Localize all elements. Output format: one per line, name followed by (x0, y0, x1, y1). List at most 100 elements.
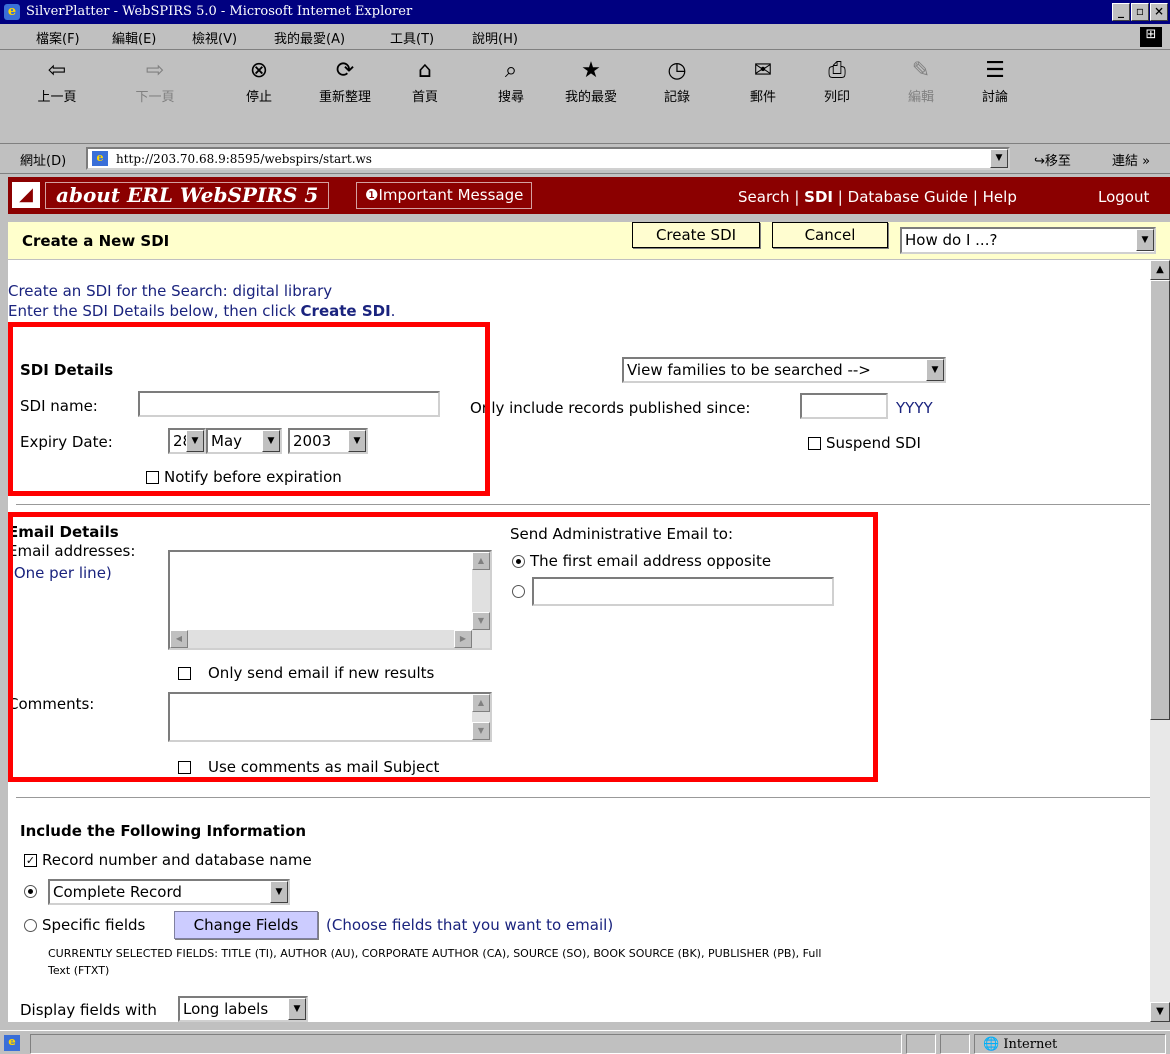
address-dropdown[interactable]: ▼ (990, 149, 1008, 168)
title-bar: e SilverPlatter - WebSPIRS 5.0 - Microso… (0, 0, 1170, 24)
chevron-down-icon: ▼ (288, 998, 306, 1020)
intro-line-2: Enter the SDI Details below, then click … (8, 302, 396, 320)
search-button[interactable]: ⌕ 搜尋 (484, 56, 538, 136)
status-panel (940, 1034, 970, 1054)
mail-icon: ✉ (753, 58, 773, 83)
discuss-button[interactable]: ☰ 討論 (968, 56, 1022, 136)
specific-fields-label: Specific fields (42, 916, 146, 934)
families-select[interactable]: View families to be searched --> ▼ (622, 357, 946, 383)
divider (16, 504, 1150, 505)
record-number-checkbox[interactable]: ✓ (24, 854, 37, 867)
home-button[interactable]: ⌂ 首頁 (398, 56, 452, 136)
display-fields-label: Display fields with (20, 1001, 157, 1019)
specific-fields-radio[interactable] (24, 919, 37, 932)
page-scrollbar[interactable]: ▲ ▼ (1150, 260, 1170, 1022)
menu-file[interactable]: 檔案(F) (36, 28, 80, 47)
cancel-button[interactable]: Cancel (772, 222, 888, 248)
menu-edit[interactable]: 編輯(E) (112, 28, 156, 47)
since-label: Only include records published since: (470, 399, 751, 417)
links-button[interactable]: 連結 » (1112, 150, 1150, 169)
status-panel (906, 1034, 936, 1054)
nav-search[interactable]: Search (738, 188, 790, 206)
globe-icon: 🌐 (983, 1037, 1000, 1052)
nav-database-guide[interactable]: Database Guide (848, 188, 968, 206)
change-fields-button[interactable]: Change Fields (174, 911, 318, 939)
address-url: http://203.70.68.9:8595/webspirs/start.w… (116, 152, 372, 166)
print-icon: ⎙ (828, 58, 846, 83)
maximize-button[interactable]: ▫ (1131, 3, 1149, 21)
nav-help[interactable]: Help (983, 188, 1017, 206)
include-info-heading: Include the Following Information (20, 822, 307, 840)
important-message-link[interactable]: ❶Important Message (356, 182, 533, 209)
minimize-button[interactable]: _ (1112, 3, 1130, 21)
chevron-down-icon: ▼ (270, 881, 288, 903)
discuss-icon: ☰ (985, 58, 1005, 83)
home-icon: ⌂ (418, 58, 432, 83)
sdi-details-highlight (8, 322, 490, 496)
go-arrow-icon: ↪ (1034, 154, 1045, 169)
logout-link[interactable]: Logout (1098, 188, 1149, 206)
how-do-i-select[interactable]: How do I ...? ▼ (900, 227, 1156, 254)
favorites-icon: ★ (581, 58, 601, 83)
forward-button[interactable]: ⇨ 下一頁 (128, 56, 182, 136)
windows-logo-icon: ⊞ (1140, 27, 1162, 47)
forward-arrow-icon: ⇨ (145, 58, 165, 83)
stop-icon: ⊗ (249, 58, 269, 83)
chevron-down-icon: ▼ (926, 359, 944, 381)
ie-logo-icon: e (4, 4, 20, 20)
history-button[interactable]: ◷ 記錄 (650, 56, 704, 136)
stop-button[interactable]: ⊗ 停止 (232, 56, 286, 136)
refresh-button[interactable]: ⟳ 重新整理 (300, 56, 390, 136)
ie-status-icon: e (4, 1035, 20, 1051)
scroll-thumb[interactable] (1150, 280, 1170, 720)
menu-tools[interactable]: 工具(T) (390, 28, 434, 47)
go-button[interactable]: ↪移至 (1034, 150, 1071, 169)
since-year-input[interactable] (800, 393, 888, 419)
edit-button[interactable]: ✎ 編輯 (894, 56, 948, 136)
edit-icon: ✎ (911, 58, 931, 83)
search-icon: ⌕ (504, 58, 518, 83)
mail-button[interactable]: ✉ 郵件 (736, 56, 790, 136)
back-button[interactable]: ⇦ 上一頁 (30, 56, 84, 136)
divider (16, 797, 1150, 798)
suspend-checkbox[interactable] (808, 437, 821, 450)
status-panel (30, 1034, 902, 1054)
address-label: 網址(D) (20, 154, 67, 169)
scroll-up-icon[interactable]: ▲ (1150, 260, 1170, 280)
main-content: Create an SDI for the Search: digital li… (8, 260, 1150, 1022)
record-number-label: Record number and database name (42, 851, 312, 869)
close-button[interactable]: × (1150, 3, 1168, 21)
since-format-hint: YYYY (896, 399, 933, 417)
menu-help[interactable]: 說明(H) (472, 28, 518, 47)
print-button[interactable]: ⎙ 列印 (810, 56, 864, 136)
nav-sdi[interactable]: SDI (804, 188, 833, 206)
page-subheader: Create a New SDI Create SDI Cancel How d… (8, 222, 1170, 260)
about-webspirs-link[interactable]: about ERL WebSPIRS 5 (45, 182, 330, 209)
page-icon: e (92, 151, 108, 166)
complete-record-select[interactable]: Complete Record ▼ (48, 879, 290, 905)
browser-toolbar: ⇦ 上一頁 ⇨ 下一頁 ⊗ 停止 ⟳ 重新整理 ⌂ 首頁 ⌕ 搜尋 ★ 我的最愛 ◷ 記錄 ✉ 郵… (0, 50, 1170, 144)
history-icon: ◷ (667, 58, 687, 83)
email-details-highlight (8, 512, 878, 782)
address-input[interactable]: e http://203.70.68.9:8595/webspirs/start… (86, 147, 1010, 170)
silverplatter-logo-icon: ◢ (12, 182, 40, 208)
zone-panel: 🌐 Internet (974, 1034, 1166, 1054)
menu-view[interactable]: 檢視(V) (192, 28, 237, 47)
display-labels-select[interactable]: Long labels ▼ (178, 996, 308, 1022)
create-sdi-button[interactable]: Create SDI (632, 222, 760, 248)
top-nav: Search | SDI | Database Guide | Help (738, 188, 1017, 206)
selected-fields-text: CURRENTLY SELECTED FIELDS: TITLE (TI), A… (48, 947, 822, 960)
menu-favorites[interactable]: 我的最愛(A) (274, 28, 345, 47)
complete-record-radio[interactable] (24, 885, 37, 898)
favorites-button[interactable]: ★ 我的最愛 (552, 56, 630, 136)
choose-fields-hint: (Choose fields that you want to email) (326, 916, 614, 934)
intro-line-1: Create an SDI for the Search: digital li… (8, 282, 333, 300)
window-title: SilverPlatter - WebSPIRS 5.0 - Microsoft… (26, 4, 413, 19)
back-arrow-icon: ⇦ (47, 58, 67, 83)
refresh-icon: ⟳ (335, 58, 355, 83)
selected-fields-text-2: Text (FTXT) (48, 964, 110, 977)
page-title: Create a New SDI (22, 232, 170, 250)
chevron-down-icon: ▼ (1136, 229, 1154, 251)
scroll-down-icon[interactable]: ▼ (1150, 1002, 1170, 1022)
webspirs-header: ◢ about ERL WebSPIRS 5 ❶Important Messag… (8, 177, 1170, 214)
